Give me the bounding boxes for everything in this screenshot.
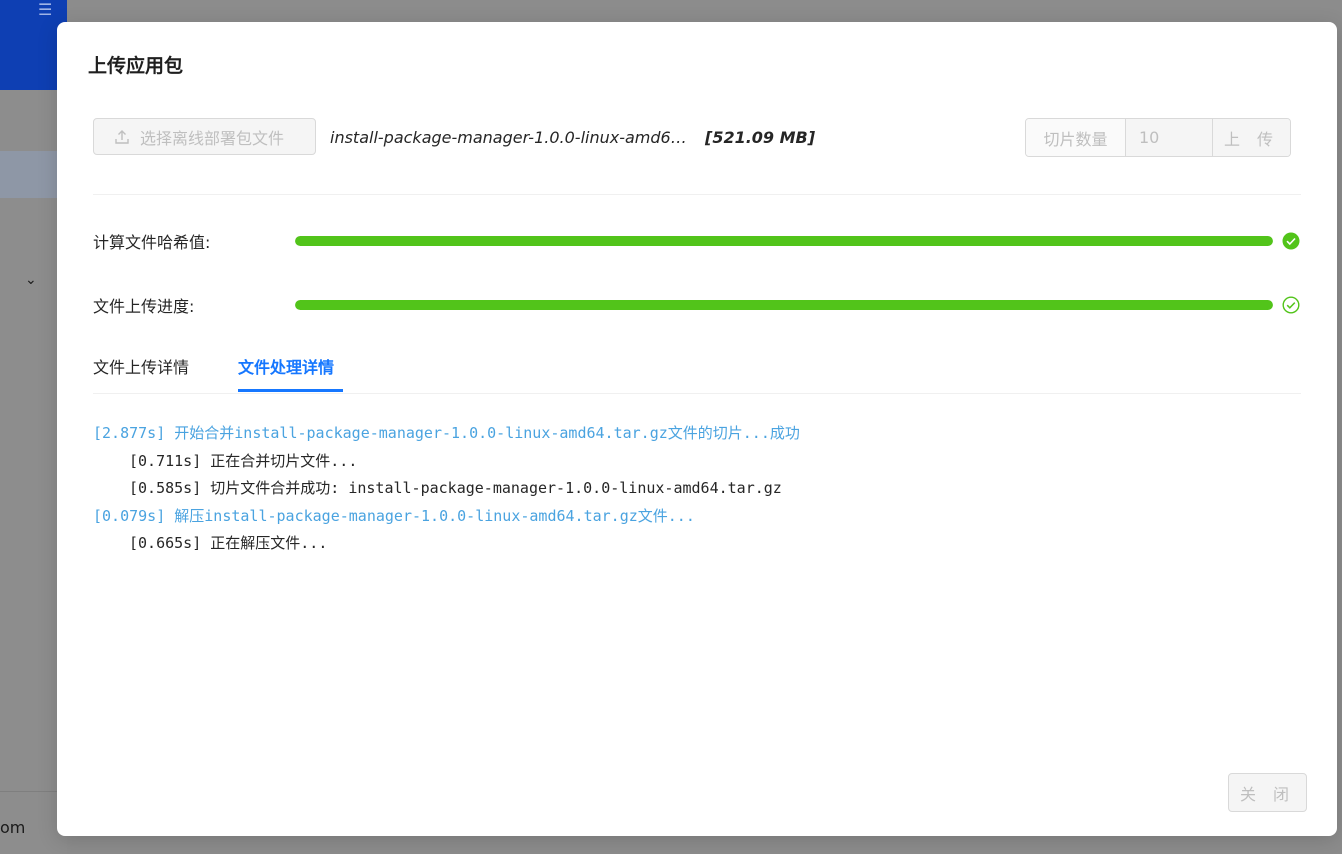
upload-progress-label: 文件上传进度:	[93, 297, 195, 316]
log-line: [0.585s] 切片文件合并成功: install-package-manag…	[129, 479, 782, 497]
detail-tabs: 文件上传详情 文件处理详情	[93, 340, 1301, 394]
tab-processing-details[interactable]: 文件处理详情	[238, 354, 334, 378]
hash-progress-track	[295, 236, 1273, 246]
hash-progress-label: 计算文件哈希值:	[93, 233, 211, 252]
upload-package-modal: 上传应用包 选择离线部署包文件 install-package-manager-…	[57, 22, 1337, 836]
section-divider	[93, 194, 1301, 195]
chevron-down-icon[interactable]: ⌄	[25, 272, 37, 288]
upload-progress-track	[295, 300, 1273, 310]
upload-progress-row: 文件上传进度:	[93, 289, 1303, 319]
selected-file-name: install-package-manager-1.0.0-linux-amd6…	[330, 128, 692, 147]
upload-icon	[114, 129, 130, 145]
upload-progress-fill	[295, 300, 1273, 310]
tab-active-indicator	[238, 389, 343, 392]
log-line: [2.877s] 开始合并install-package-manager-1.0…	[93, 424, 800, 442]
tab-upload-details[interactable]: 文件上传详情	[93, 354, 189, 378]
check-circle-outline-icon	[1282, 296, 1300, 314]
hash-progress-fill	[295, 236, 1273, 246]
log-line: [0.665s] 正在解压文件...	[129, 534, 328, 552]
sidebar-footer-text: om	[0, 818, 26, 837]
menu-collapse-icon[interactable]: ☰	[38, 2, 52, 18]
slice-count-group: 切片数量 10 上 传	[1025, 118, 1291, 157]
select-file-label: 选择离线部署包文件	[140, 128, 285, 148]
upload-button[interactable]: 上 传	[1213, 119, 1290, 156]
log-line: [0.711s] 正在合并切片文件...	[129, 451, 358, 470]
selected-file-size: [521.09 MB]	[705, 128, 816, 147]
modal-title: 上传应用包	[88, 55, 184, 77]
slice-count-input[interactable]: 10	[1126, 119, 1213, 156]
slice-count-label: 切片数量	[1026, 119, 1126, 156]
check-circle-filled-icon	[1282, 232, 1300, 250]
log-line: [0.079s] 解压install-package-manager-1.0.0…	[93, 506, 695, 525]
processing-log: [2.877s] 开始合并install-package-manager-1.0…	[93, 420, 800, 558]
close-button[interactable]: 关 闭	[1228, 773, 1307, 812]
select-file-button[interactable]: 选择离线部署包文件	[93, 118, 316, 155]
hash-progress-row: 计算文件哈希值:	[93, 225, 1303, 255]
